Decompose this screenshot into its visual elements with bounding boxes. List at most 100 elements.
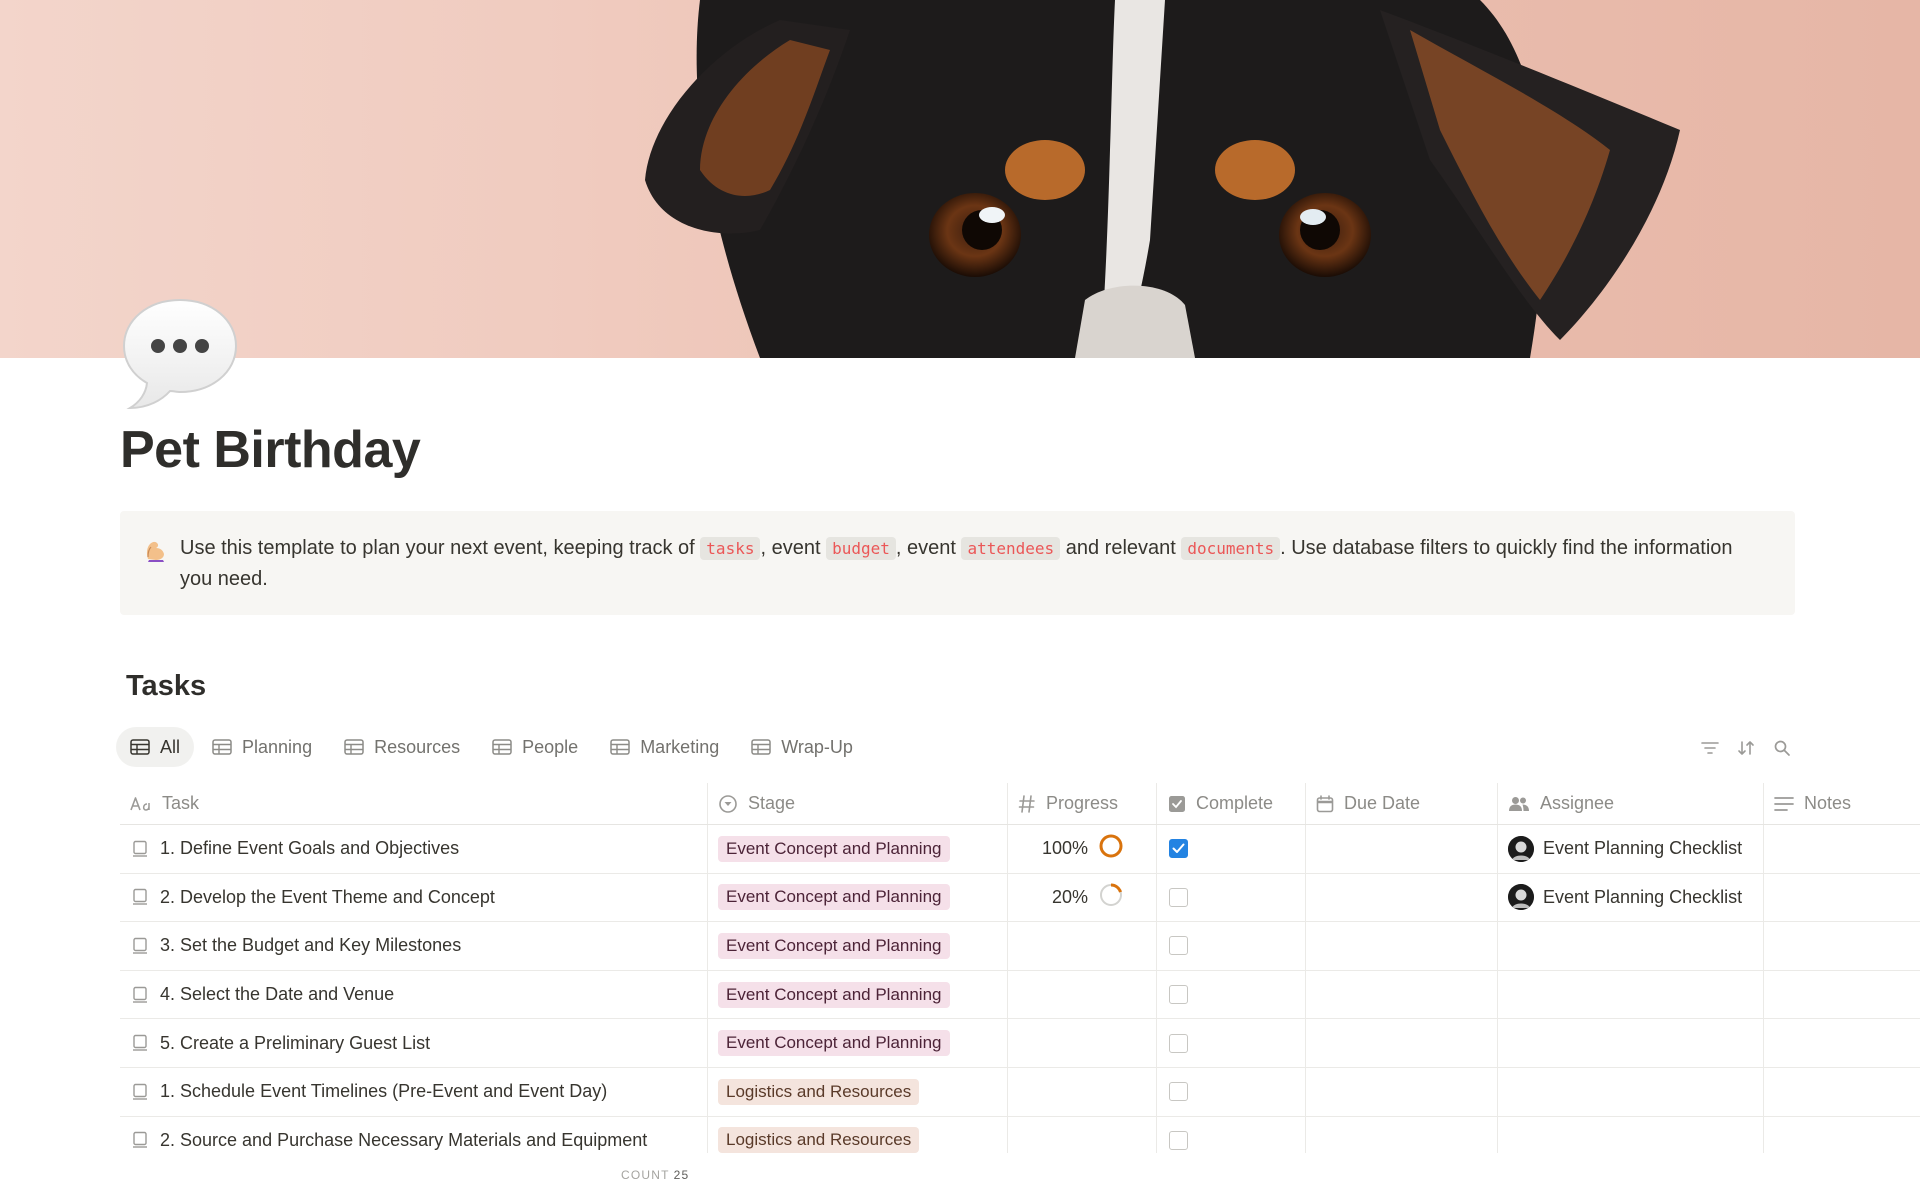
column-header-progress[interactable]: Progress [1018, 783, 1118, 824]
complete-checkbox[interactable] [1169, 887, 1188, 907]
column-header-complete[interactable]: Complete [1168, 783, 1273, 824]
complete-checkbox[interactable] [1169, 839, 1188, 859]
assignee-cell[interactable] [1508, 1068, 1758, 1116]
avatar [1508, 835, 1534, 862]
filter-icon[interactable] [1692, 736, 1728, 760]
complete-checkbox[interactable] [1169, 985, 1188, 1005]
assignee-cell[interactable] [1508, 971, 1758, 1019]
due-date-cell[interactable] [1316, 874, 1496, 922]
tab-people[interactable]: People [478, 727, 592, 767]
task-title: 1. Schedule Event Timelines (Pre-Event a… [160, 1081, 608, 1102]
tab-resources[interactable]: Resources [330, 727, 474, 767]
search-icon[interactable] [1764, 736, 1800, 760]
table-row[interactable]: 5. Create a Preliminary Guest List Event … [120, 1019, 1920, 1068]
page-icon-speech-bubble[interactable] [120, 296, 240, 414]
page-title[interactable]: Pet Birthday [120, 420, 421, 480]
stage-cell[interactable]: Event Concept and Planning [718, 825, 950, 873]
notes-cell[interactable] [1774, 971, 1914, 1019]
table-row[interactable]: 2. Source and Purchase Necessary Materia… [120, 1116, 1920, 1153]
number-property-icon [1018, 794, 1036, 814]
due-date-cell[interactable] [1316, 922, 1496, 970]
column-header-task[interactable]: Task [130, 783, 199, 824]
database-toolbar [1692, 736, 1800, 760]
due-date-cell[interactable] [1316, 1117, 1496, 1153]
complete-checkbox[interactable] [1169, 1130, 1188, 1150]
table-view-icon [130, 739, 150, 755]
stage-tag: Logistics and Resources [718, 1078, 920, 1105]
due-date-cell[interactable] [1316, 1068, 1496, 1116]
due-date-cell[interactable] [1316, 825, 1496, 873]
person-property-icon [1508, 796, 1530, 812]
page-icon [132, 1131, 148, 1149]
complete-checkbox[interactable] [1169, 936, 1188, 956]
tab-all[interactable]: All [116, 727, 195, 767]
table-row[interactable]: 2. Develop the Event Theme and Concept Ev… [120, 873, 1920, 923]
tab-label: Wrap-Up [781, 736, 853, 757]
count-footer: COUNT 25 [621, 1168, 690, 1182]
task-cell[interactable]: 2. Source and Purchase Necessary Materia… [132, 1117, 647, 1153]
assignee-cell[interactable]: Event Planning Checklist [1508, 874, 1742, 922]
column-header-stage[interactable]: Stage [718, 783, 795, 824]
page-icon [132, 840, 148, 858]
notes-cell[interactable] [1774, 922, 1914, 970]
task-cell[interactable]: 4. Select the Date and Venue [132, 971, 394, 1019]
tab-label: Planning [242, 736, 313, 757]
table-row[interactable]: 1. Define Event Goals and Objectives Even… [120, 825, 1920, 874]
stage-cell[interactable]: Logistics and Resources [718, 1068, 920, 1116]
notes-cell[interactable] [1774, 874, 1914, 922]
tab-label: All [160, 736, 181, 757]
inline-code-documents: documents [1181, 537, 1281, 560]
table-view-icon [344, 739, 364, 755]
column-header-notes[interactable]: Notes [1774, 783, 1851, 824]
column-header-due-date[interactable]: Due Date [1316, 783, 1420, 824]
task-cell[interactable]: 2. Develop the Event Theme and Concept [132, 874, 495, 922]
assignee-cell[interactable] [1508, 1019, 1758, 1067]
due-date-cell[interactable] [1316, 1019, 1496, 1067]
callout-block[interactable]: Use this template to plan your next even… [120, 511, 1795, 615]
assignee-cell[interactable] [1508, 922, 1758, 970]
progress-cell[interactable]: 100% [1008, 825, 1124, 873]
avatar [1508, 884, 1534, 911]
stage-cell[interactable]: Event Concept and Planning [718, 971, 950, 1019]
column-header-assignee[interactable]: Assignee [1508, 783, 1614, 824]
inline-code-budget: budget [826, 537, 896, 560]
stage-tag: Event Concept and Planning [718, 981, 950, 1008]
notes-cell[interactable] [1774, 1019, 1914, 1067]
tab-planning[interactable]: Planning [198, 727, 326, 767]
tab-marketing[interactable]: Marketing [596, 727, 733, 767]
tab-label: Marketing [640, 736, 720, 757]
stage-cell[interactable]: Event Concept and Planning [718, 874, 950, 922]
complete-checkbox[interactable] [1169, 1033, 1188, 1053]
progress-value: 20% [1051, 886, 1088, 907]
progress-cell[interactable]: 20% [1008, 874, 1124, 922]
stage-cell[interactable]: Logistics and Resources [718, 1117, 920, 1153]
assignee-cell[interactable]: Event Planning Checklist [1508, 825, 1742, 873]
table-row[interactable]: 1. Schedule Event Timelines (Pre-Event a… [120, 1068, 1920, 1117]
task-cell[interactable]: 1. Schedule Event Timelines (Pre-Event a… [132, 1068, 607, 1116]
flexed-bicep-icon [142, 537, 168, 563]
database-title[interactable]: Tasks [126, 670, 206, 703]
stage-cell[interactable]: Event Concept and Planning [718, 922, 950, 970]
task-cell[interactable]: 3. Set the Budget and Key Milestones [132, 922, 461, 970]
complete-cell [1169, 971, 1188, 1019]
inline-code-tasks: tasks [700, 537, 761, 560]
task-cell[interactable]: 5. Create a Preliminary Guest List [132, 1019, 430, 1067]
page-icon [132, 1034, 148, 1052]
notes-cell[interactable] [1774, 1117, 1914, 1153]
sort-icon[interactable] [1728, 736, 1764, 760]
table-row[interactable]: 4. Select the Date and Venue Event Concep… [120, 970, 1920, 1020]
table-row[interactable]: 3. Set the Budget and Key Milestones Even… [120, 922, 1920, 971]
page-icon [132, 937, 148, 955]
task-title: 3. Set the Budget and Key Milestones [160, 935, 462, 956]
assignee-cell[interactable] [1508, 1117, 1758, 1153]
tab-wrap-up[interactable]: Wrap-Up [737, 727, 867, 767]
task-cell[interactable]: 1. Define Event Goals and Objectives [132, 825, 459, 873]
text-property-icon [130, 796, 152, 812]
notes-cell[interactable] [1774, 1068, 1914, 1116]
complete-checkbox[interactable] [1169, 1082, 1188, 1102]
due-date-cell[interactable] [1316, 971, 1496, 1019]
notes-cell[interactable] [1774, 825, 1914, 873]
stage-cell[interactable]: Event Concept and Planning [718, 1019, 950, 1067]
complete-cell [1169, 1068, 1188, 1116]
task-title: 4. Select the Date and Venue [160, 984, 395, 1005]
